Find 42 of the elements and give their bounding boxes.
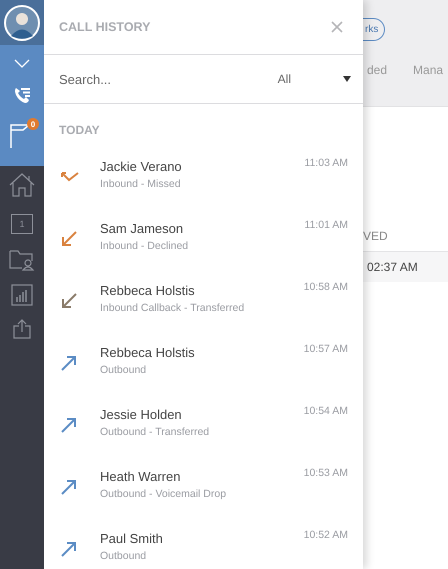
panel-title: CALL HISTORY [59,20,150,34]
call-time: 11:01 AM [304,218,348,233]
share-icon[interactable] [13,319,31,339]
call-detail: Inbound - Missed [100,178,182,190]
call-item[interactable]: Rebbeca Holstis Inbound Callback - Transferred 10:58 AM [44,277,363,339]
call-time: 10:54 AM [304,404,348,419]
caller-name: Sam Jameson [100,221,184,236]
caller-name: Jessie Holden [100,407,183,422]
call-detail: Outbound - Voicemail Drop [100,488,228,500]
call-item[interactable]: Rebbeca Holstis Outbound 10:57 AM [44,339,363,401]
call-time: 10:57 AM [304,342,348,357]
caret-icon [343,76,351,82]
caller-name: Rebbeca Holstis [100,345,196,360]
avatar[interactable] [4,4,40,40]
caller-name: Paul Smith [100,531,164,546]
home-icon[interactable] [9,173,35,197]
phone-list-icon[interactable] [13,86,31,104]
caller-name: Rebbeca Holstis [100,283,196,298]
call-time: 10:52 AM [304,528,348,543]
call-time: 11:03 AM [304,156,348,171]
call-item[interactable]: Jessie Holden Outbound - Transferred 10:54 AM [44,401,363,463]
table-cell: 02:37 AM [363,252,448,282]
section-heading: TODAY [58,122,101,139]
call-item[interactable]: Jackie Verano Inbound - Missed 11:03 AM [44,153,363,215]
pill-button[interactable]: rks [363,18,386,41]
call-detail: Outbound [100,550,148,562]
notification-badge: 0 [27,118,39,130]
chevron-down-icon[interactable] [14,59,30,68]
call-time: 10:58 AM [304,280,348,295]
call-item[interactable]: Sam Jameson Inbound - Declined 11:01 AM [44,215,363,277]
call-item[interactable]: Paul Smith Outbound 10:52 AM [44,525,363,569]
close-icon[interactable] [331,21,343,33]
call-detail: Inbound - Declined [100,240,190,252]
call-time: 10:53 AM [304,466,348,481]
bar-chart-icon[interactable] [11,284,33,306]
caller-name: Heath Warren [100,469,182,484]
call-item[interactable]: Heath Warren Outbound - Voicemail Drop 10:53 AM [44,463,363,525]
call-detail: Outbound - Transferred [100,426,210,438]
call-detail: Inbound Callback - Transferred [100,302,246,314]
caller-name: Jackie Verano [100,159,183,174]
call-detail: Outbound [100,364,148,376]
filter-dropdown[interactable]: All [276,68,353,90]
